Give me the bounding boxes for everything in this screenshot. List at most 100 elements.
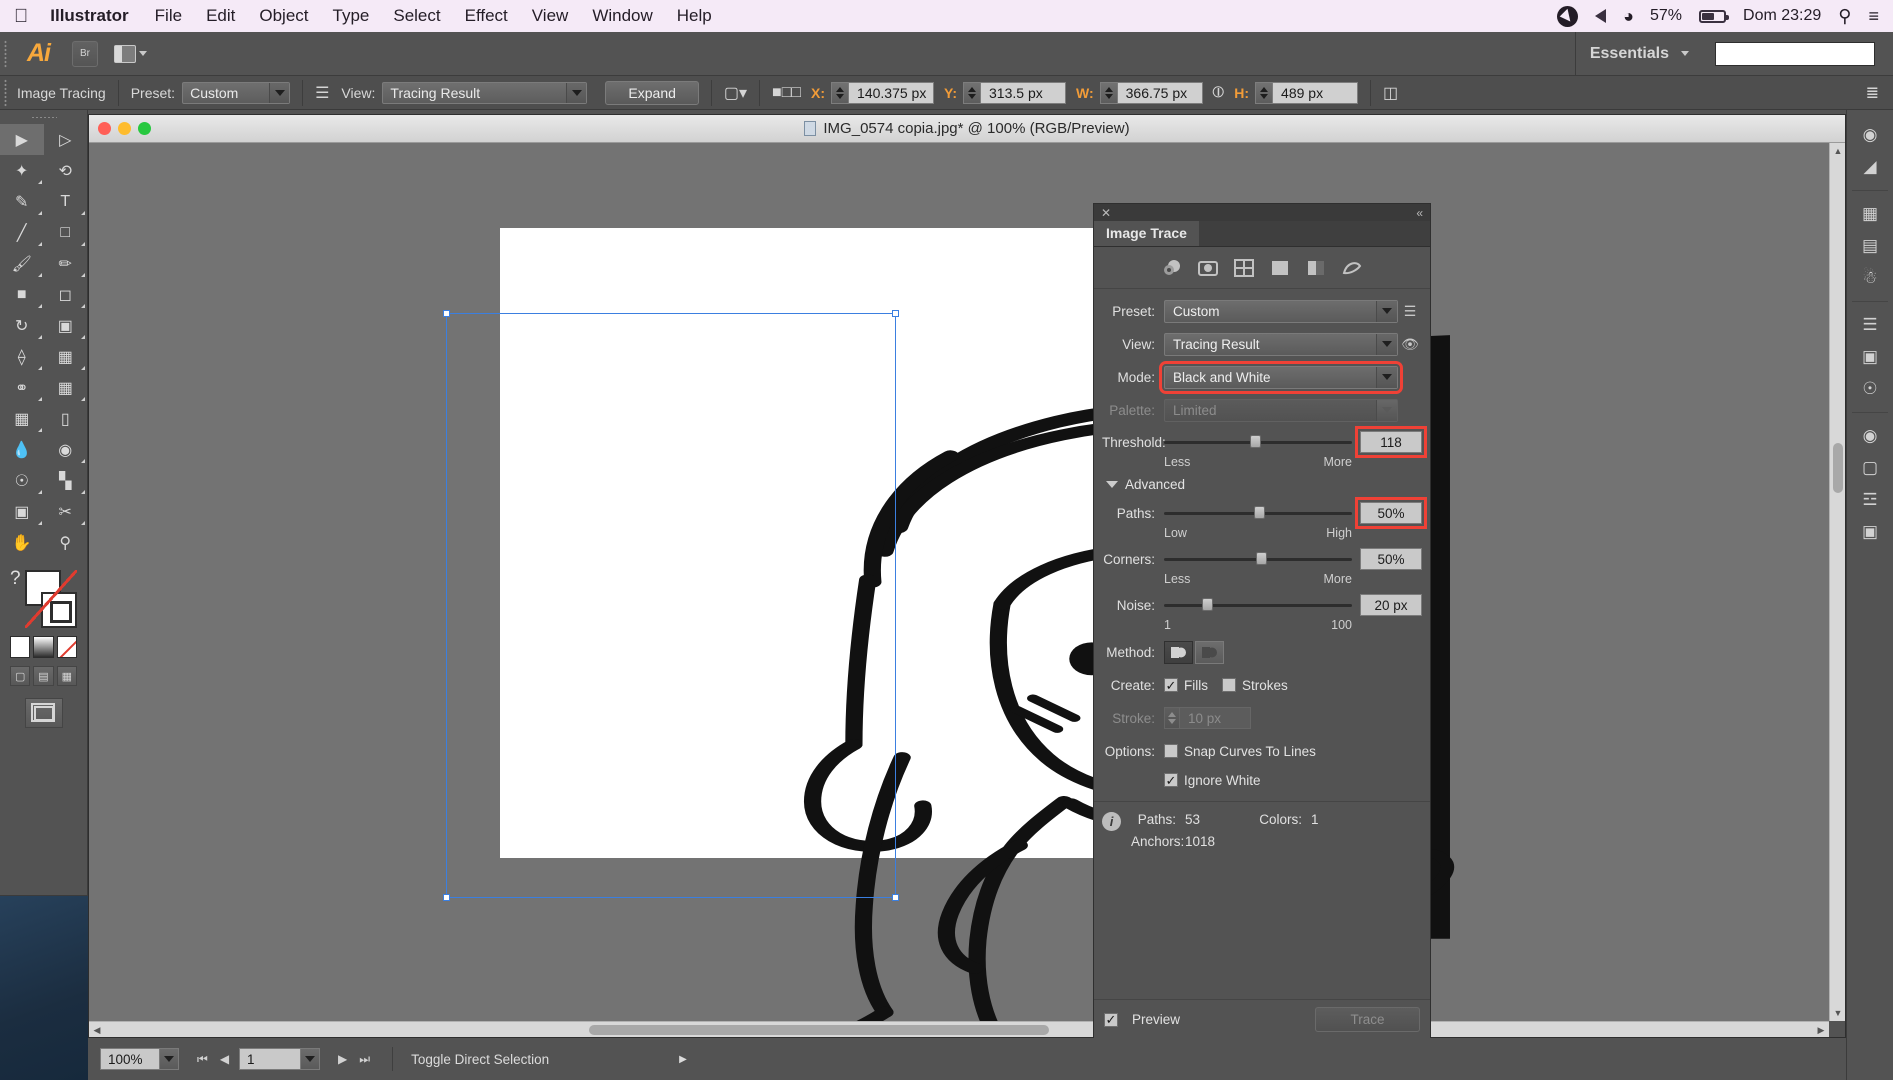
outline-icon[interactable] bbox=[1340, 256, 1364, 280]
transparency-icon[interactable]: ▤ bbox=[1850, 231, 1890, 261]
rectangle-tool[interactable]: □ bbox=[44, 217, 88, 248]
zoom-tool[interactable]: ⚲ bbox=[44, 527, 88, 558]
fills-checkbox[interactable]: ✓ bbox=[1164, 678, 1178, 692]
auto-color-icon[interactable] bbox=[1160, 256, 1184, 280]
strokes-checkbox[interactable]: ✓ bbox=[1222, 678, 1236, 692]
threshold-value[interactable]: 118 bbox=[1355, 426, 1427, 458]
search-input[interactable] bbox=[1715, 41, 1875, 66]
panel-menu-icon[interactable]: ☰ bbox=[1398, 303, 1422, 320]
gradient-swatch[interactable] bbox=[33, 636, 54, 658]
collapse-panel-icon[interactable]: « bbox=[1416, 206, 1423, 220]
vertical-scrollbar[interactable]: ▲ ▼ bbox=[1829, 143, 1845, 1021]
none-swatch[interactable] bbox=[56, 636, 77, 658]
threshold-slider[interactable] bbox=[1164, 431, 1352, 453]
location-icon[interactable] bbox=[1557, 5, 1579, 27]
preset-select[interactable]: Custom bbox=[182, 81, 291, 104]
menu-file[interactable]: File bbox=[155, 6, 182, 26]
high-color-icon[interactable] bbox=[1196, 256, 1220, 280]
corners-value[interactable]: 50% bbox=[1360, 548, 1422, 570]
transform-panel-icon[interactable]: ☉ bbox=[1850, 374, 1890, 404]
menu-help[interactable]: Help bbox=[677, 6, 712, 26]
zoom-green[interactable] bbox=[138, 122, 151, 135]
minimize-yellow[interactable] bbox=[118, 122, 131, 135]
reference-point-icon[interactable]: ■□□ bbox=[772, 84, 801, 102]
zoom-level-control[interactable]: 100% bbox=[100, 1048, 179, 1070]
color-panel-icon[interactable]: ◉ bbox=[1850, 120, 1890, 150]
horizontal-scrollbar[interactable]: ◀ ▶ bbox=[89, 1021, 1829, 1037]
first-page-icon[interactable]: ⏮ bbox=[197, 1052, 208, 1067]
column-graph-tool[interactable]: ▚ bbox=[44, 465, 88, 496]
bridge-button[interactable]: Br bbox=[72, 40, 98, 67]
direct-selection-tool[interactable]: ▷ bbox=[44, 124, 88, 155]
last-page-icon[interactable]: ⏭ bbox=[359, 1052, 370, 1067]
menu-effect[interactable]: Effect bbox=[465, 6, 508, 26]
canvas-area[interactable] bbox=[89, 143, 1829, 1021]
selection-tool[interactable]: ▶ bbox=[0, 124, 44, 155]
blob-brush-tool[interactable]: ■ bbox=[0, 279, 44, 310]
free-transform-tool[interactable]: ▦ bbox=[44, 341, 88, 372]
noise-slider-knob[interactable] bbox=[1201, 598, 1213, 611]
hand-tool[interactable]: ✋ bbox=[0, 527, 44, 558]
magic-wand-tool[interactable]: ✦ bbox=[0, 155, 44, 186]
perspective-grid-tool[interactable]: ▦ bbox=[44, 372, 88, 403]
eye-icon[interactable]: 👁 bbox=[1398, 336, 1422, 353]
black-white-icon[interactable] bbox=[1304, 256, 1328, 280]
apple-icon[interactable]:  bbox=[14, 7, 28, 26]
brushes-icon[interactable]: ☃ bbox=[1850, 263, 1890, 293]
menu-clock[interactable]: Dom 23:29 bbox=[1743, 7, 1821, 25]
eyedropper-tool[interactable]: 💧 bbox=[0, 434, 44, 465]
corners-slider[interactable] bbox=[1164, 548, 1352, 570]
close-icon[interactable]: ✕ bbox=[1101, 206, 1111, 220]
h-stepper[interactable] bbox=[1255, 81, 1273, 104]
menu-window[interactable]: Window bbox=[592, 6, 652, 26]
blend-tool[interactable]: ◉ bbox=[44, 434, 88, 465]
scroll-left-icon[interactable]: ◀ bbox=[89, 1022, 105, 1038]
scroll-right-icon[interactable]: ▶ bbox=[1813, 1022, 1829, 1038]
w-field[interactable]: 366.75 px bbox=[1099, 81, 1203, 104]
search-icon[interactable]: ⚲ bbox=[1838, 6, 1851, 27]
draw-inside[interactable]: ▦ bbox=[56, 666, 77, 686]
pencil-tool[interactable]: ✏ bbox=[44, 248, 88, 279]
lasso-tool[interactable]: ⟲ bbox=[44, 155, 88, 186]
align-panel-icon[interactable]: ☰ bbox=[1850, 310, 1890, 340]
overlapping-method-icon[interactable] bbox=[1195, 640, 1224, 664]
trace-button[interactable]: Trace bbox=[1315, 1007, 1420, 1032]
scale-tool[interactable]: ▣ bbox=[44, 310, 88, 341]
traced-artwork[interactable] bbox=[89, 143, 1829, 1021]
document-title-bar[interactable]: IMG_0574 copia.jpg* @ 100% (RGB/Preview) bbox=[89, 115, 1845, 143]
shape-builder-tool[interactable]: ⚭ bbox=[0, 372, 44, 403]
next-page-icon[interactable]: ▶ bbox=[338, 1052, 347, 1066]
more-options-icon[interactable]: ≣ bbox=[1866, 83, 1879, 103]
horizontal-scroll-thumb[interactable] bbox=[589, 1025, 1049, 1035]
gradient-tool[interactable]: ▯ bbox=[44, 403, 88, 434]
mesh-tool[interactable]: ▦ bbox=[0, 403, 44, 434]
app-name-menu[interactable]: Illustrator bbox=[50, 6, 128, 26]
scroll-up-icon[interactable]: ▲ bbox=[1830, 143, 1846, 159]
wifi-icon[interactable]: ◕ bbox=[1623, 6, 1634, 27]
paintbrush-tool[interactable]: 🖌 bbox=[0, 248, 44, 279]
chevron-down-icon[interactable] bbox=[160, 1048, 179, 1070]
low-color-icon[interactable] bbox=[1232, 256, 1256, 280]
slice-tool[interactable]: ✂ bbox=[44, 496, 88, 527]
menu-select[interactable]: Select bbox=[393, 6, 440, 26]
line-segment-tool[interactable]: ╱ bbox=[0, 217, 44, 248]
status-message-area[interactable]: Toggle Direct Selection ▶ bbox=[392, 1047, 687, 1071]
toolbar-grip[interactable] bbox=[0, 110, 87, 124]
snap-curves-checkbox[interactable]: ✓ bbox=[1164, 744, 1178, 758]
symbol-sprayer-tool[interactable]: ☉ bbox=[0, 465, 44, 496]
type-tool[interactable]: T bbox=[44, 186, 88, 217]
appbar-grip[interactable] bbox=[0, 32, 11, 75]
color-guide-icon[interactable]: ◢ bbox=[1850, 152, 1890, 182]
draw-behind[interactable]: ▤ bbox=[33, 666, 54, 686]
battery-icon[interactable] bbox=[1699, 9, 1730, 23]
trace-panel-icon[interactable]: ☰ bbox=[315, 83, 329, 103]
paths-slider[interactable] bbox=[1164, 502, 1352, 524]
menu-view[interactable]: View bbox=[532, 6, 569, 26]
previous-page-icon[interactable]: ◀ bbox=[220, 1052, 229, 1066]
ignore-white-checkbox[interactable]: ✓ bbox=[1164, 773, 1178, 787]
noise-value[interactable]: 20 px bbox=[1360, 594, 1422, 616]
artboard-number-control[interactable]: 1 bbox=[239, 1048, 321, 1070]
preset-select[interactable]: Custom bbox=[1164, 299, 1398, 323]
view-select[interactable]: Tracing Result bbox=[382, 81, 588, 104]
x-field[interactable]: 140.375 px bbox=[831, 81, 935, 104]
